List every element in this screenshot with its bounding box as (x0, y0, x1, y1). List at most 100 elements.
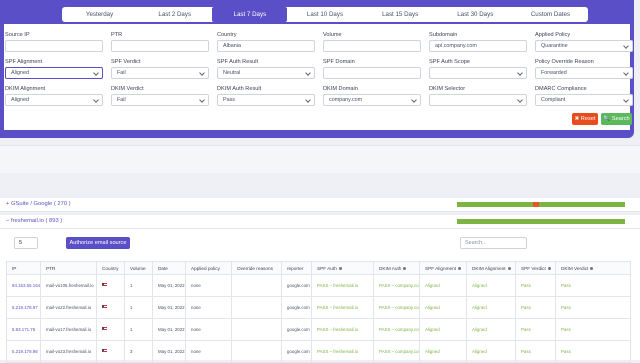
tab-last-2-days[interactable]: Last 2 Days (137, 7, 212, 22)
date-cell: May 01, 2022 (152, 274, 186, 297)
us-flag-icon (102, 349, 107, 353)
dkim-auth-cell: PASS – company.com (373, 274, 420, 297)
column-header-dkim-alignment[interactable]: DKIM Alignment (466, 261, 516, 275)
spf-verdict-label: SPF Verdict (111, 59, 141, 65)
column-header-volume[interactable]: Volume (124, 261, 153, 275)
info-icon[interactable] (403, 266, 407, 270)
subdomain-input[interactable]: api.company.com (429, 40, 527, 52)
country-input[interactable]: Albania (217, 40, 315, 52)
column-header-applied-policy[interactable]: Applied policy (185, 261, 232, 275)
spf-domain-input[interactable] (323, 67, 421, 79)
tab-last-15-days[interactable]: Last 15 Days (363, 7, 438, 22)
ptr-cell: mail-vo105.freshemail.io (40, 274, 97, 297)
spf-auth-scope-select[interactable] (429, 67, 527, 79)
override-cell (231, 296, 282, 319)
table-row: 84.153.55.164 mail-vo105.freshemail.io 1… (6, 274, 631, 297)
spf-verdict-filter: SPF Verdict Fail (111, 58, 209, 79)
volume-filter: Volume (323, 31, 421, 52)
spf-auth-scope-filter: SPF Auth Scope (429, 58, 527, 79)
date-cell: May 01, 2022 (152, 340, 186, 363)
tab-yesterday[interactable]: Yesterday (62, 7, 137, 22)
column-header-reporter[interactable]: reporter (281, 261, 312, 275)
country-cell (96, 274, 125, 297)
spf-auth-result-label: SPF Auth Result (217, 59, 259, 65)
country-filter: Country Albania (217, 31, 315, 52)
column-header-dkim-auth[interactable]: DKIM Auth (373, 261, 420, 275)
ip-cell[interactable]: 5.93.171.76 (6, 318, 41, 341)
dkim-verdict-select[interactable]: Fail (111, 94, 209, 106)
reporter-cell: google.com (281, 274, 312, 297)
ip-cell[interactable]: 84.153.55.164 (6, 274, 41, 297)
volume-input[interactable] (323, 40, 421, 52)
column-header-ip[interactable]: IP (6, 261, 41, 275)
group-bar-gsuite-fail-segment (533, 202, 539, 207)
spf-alignment-cell: Aligned (419, 318, 467, 341)
column-header-spf-verdict[interactable]: SPF Verdict (515, 261, 556, 275)
authorize-email-source-button[interactable]: Authorize email source (66, 237, 130, 249)
spf-verdict-cell: Pass (515, 340, 556, 363)
spf-alignment-cell: Aligned (419, 340, 467, 363)
country-cell (96, 296, 125, 319)
policy-override-reason-select[interactable]: Forwarded (535, 67, 633, 79)
column-header-date[interactable]: Date (152, 261, 186, 275)
group-title-freshemail[interactable]: − freshemail.io ( 893 ) (6, 218, 62, 224)
info-icon[interactable] (590, 266, 594, 270)
dkim-domain-select[interactable]: company.com (323, 94, 421, 106)
column-header-dkim-verdict[interactable]: DKIM Verdict (555, 261, 631, 275)
dkim-domain-label: DKIM Domain (323, 86, 358, 92)
info-icon[interactable] (547, 266, 551, 270)
spf-verdict-select[interactable]: Fail (111, 67, 209, 79)
spf-alignment-label: SPF Alignment (5, 59, 42, 65)
tab-last-10-days[interactable]: Last 10 Days (287, 7, 362, 22)
group-title-gsuite[interactable]: + GSuite / Google ( 270 ) (6, 201, 71, 207)
spf-auth-cell: PASS – freshemail.io (311, 296, 374, 319)
reporter-cell: google.com (281, 340, 312, 363)
applied-policy-select[interactable]: Quarantine (535, 40, 633, 52)
group-bar-gsuite (457, 202, 625, 207)
country-cell (96, 318, 125, 341)
spf-verdict-cell: Pass (515, 296, 556, 319)
table-search-input[interactable]: Search.. (460, 237, 527, 249)
dkim-selector-select[interactable] (429, 94, 527, 106)
ip-cell[interactable]: 5.219.178.98 (6, 340, 41, 363)
reset-button[interactable]: ✖ Reset (572, 113, 598, 125)
column-header-spf-auth[interactable]: SPF Auth (311, 261, 374, 275)
search-button[interactable]: 🔍 Search (601, 113, 632, 125)
country-label: Country (217, 32, 237, 38)
dmarc-compliance-label: DMARC Compliance (535, 86, 587, 92)
info-icon[interactable] (338, 266, 342, 270)
dkim-alignment-cell: Aligned (466, 274, 516, 297)
spf-alignment-filter: SPF Alignment Aligned (5, 58, 103, 79)
spf-auth-result-select[interactable]: Neutral (217, 67, 315, 79)
info-icon[interactable] (458, 266, 462, 270)
country-cell (96, 340, 125, 363)
column-header-spf-alignment[interactable]: SPF Alignment (419, 261, 467, 275)
tab-last-30-days[interactable]: Last 30 Days (438, 7, 513, 22)
applied-policy-label: Applied Policy (535, 32, 571, 38)
dkim-auth-result-select[interactable]: Pass (217, 94, 315, 106)
column-header-country[interactable]: Country (96, 261, 125, 275)
spf-auth-scope-label: SPF Auth Scope (429, 59, 471, 65)
tab-last-7-days[interactable]: Last 7 Days (212, 7, 288, 22)
dkim-alignment-filter: DKIM Alignment Aligned (5, 85, 103, 106)
override-cell (231, 340, 282, 363)
page-size-select[interactable]: 5 (14, 237, 38, 249)
dmarc-compliance-select[interactable]: Compliant (535, 94, 633, 106)
dkim-auth-cell: PASS – company.com (373, 340, 420, 363)
volume-cell: 1 (124, 318, 153, 341)
date-cell: May 01, 2022 (152, 296, 186, 319)
group-row-gsuite[interactable]: + GSuite / Google ( 270 ) (0, 198, 640, 212)
spf-alignment-select[interactable]: Aligned (5, 67, 103, 79)
column-header-dkim-auth-label: DKIM Auth (379, 265, 402, 271)
info-icon[interactable] (507, 266, 511, 270)
column-header-ptr[interactable]: PTR (40, 261, 97, 275)
ptr-input[interactable] (111, 40, 209, 52)
applied-policy-filter: Applied Policy Quarantine (535, 31, 633, 52)
tab-custom-dates[interactable]: Custom Dates (513, 7, 588, 22)
subdomain-label: Subdomain (429, 32, 458, 38)
ip-cell[interactable]: 5.219.178.97 (6, 296, 41, 319)
dkim-alignment-select[interactable]: Aligned (5, 94, 103, 106)
group-row-freshemail[interactable]: − freshemail.io ( 893 ) (0, 215, 640, 229)
source-ip-input[interactable] (5, 40, 103, 52)
column-header-override-reasons[interactable]: Override reasons (231, 261, 282, 275)
